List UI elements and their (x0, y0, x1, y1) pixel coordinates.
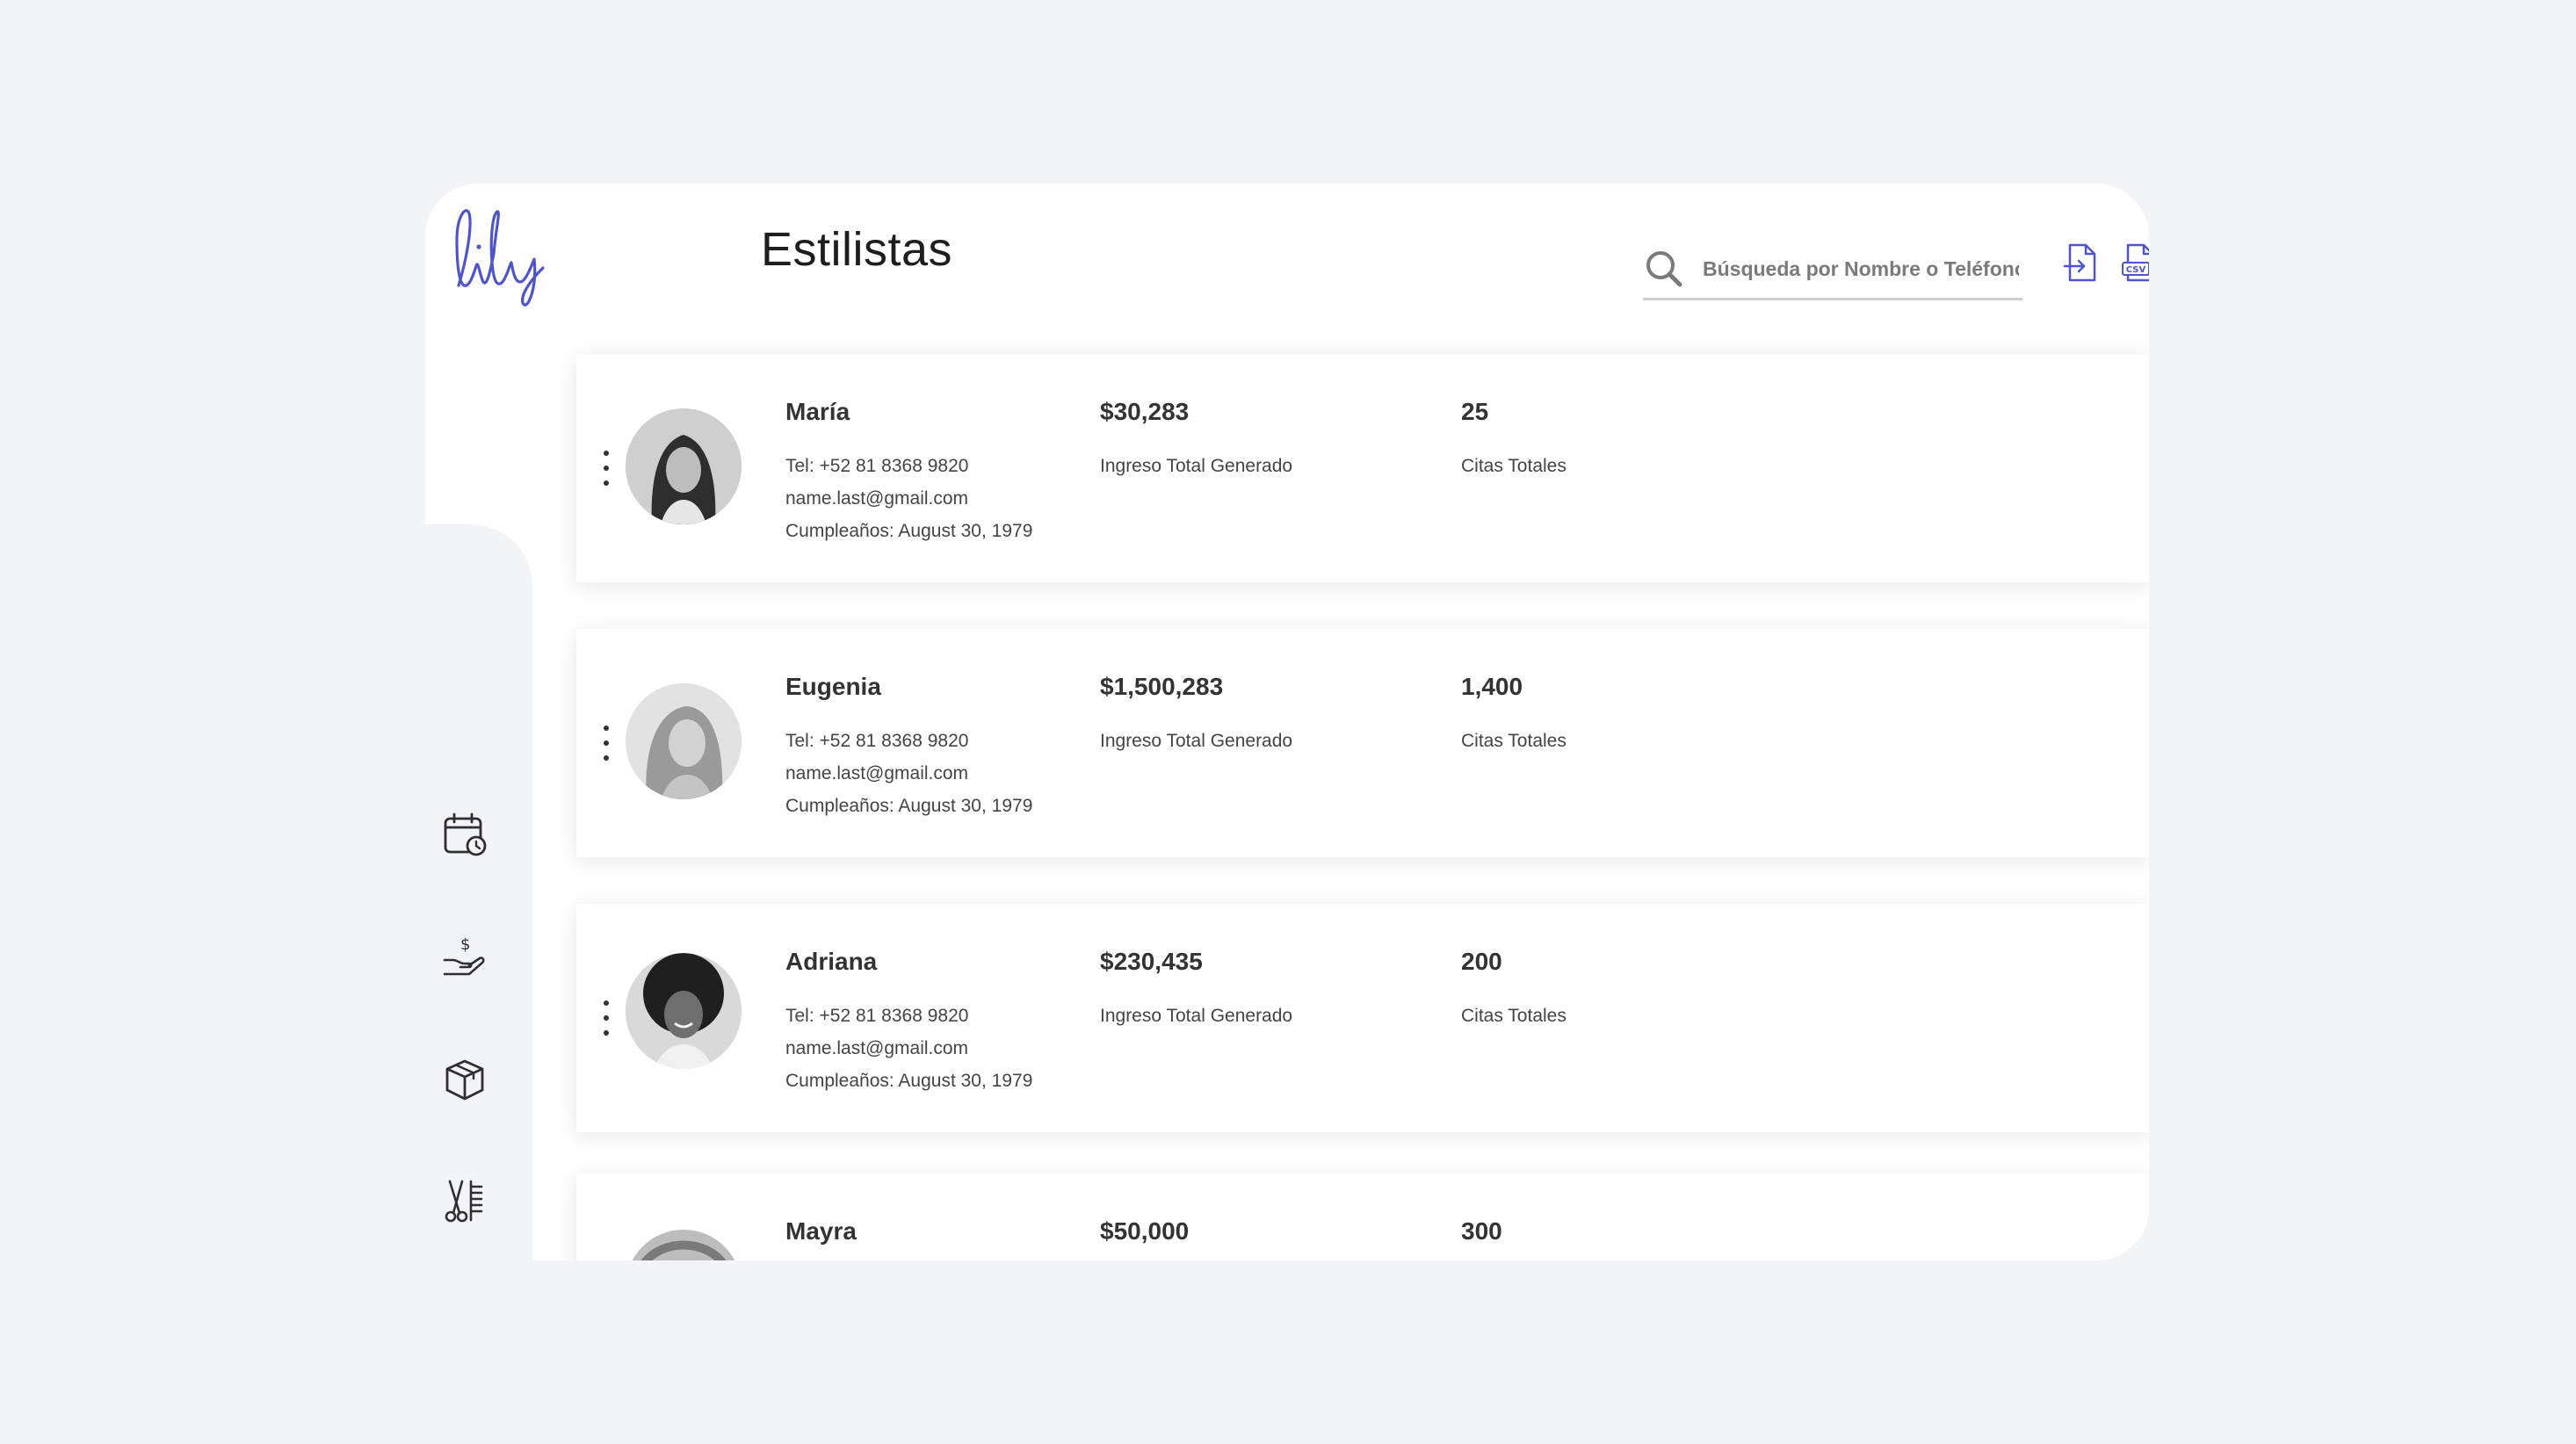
stylist-birthday: Cumpleaños: August 30, 1979 (785, 796, 1033, 816)
csv-file-icon: CSV (2122, 243, 2149, 282)
avatar (626, 408, 742, 524)
stylist-list: María Tel: +52 81 8368 9820 name.last@gm… (576, 347, 2149, 1260)
revenue-value: $1,500,283 (1100, 673, 1224, 700)
appointments-label: Citas Totales (1461, 1006, 1567, 1026)
stylist-card[interactable]: Eugenia Tel: +52 81 8368 9820 name.last@… (576, 629, 2149, 857)
stylist-name: María (785, 398, 850, 425)
appointments-label: Citas Totales (1461, 456, 1567, 476)
csv-button[interactable]: CSV (2121, 242, 2149, 284)
appointments-value: 25 (1461, 398, 1489, 425)
revenue-label: Ingreso Total Generado (1100, 1006, 1293, 1026)
stylist-email: name.last@gmail.com (785, 763, 969, 783)
nav-calendar[interactable] (439, 809, 490, 860)
search-input[interactable] (1703, 256, 2019, 281)
search-bar (1643, 240, 2022, 300)
stylist-phone: Tel: +52 81 8368 9820 (785, 1006, 969, 1026)
export-button[interactable] (2063, 242, 2102, 284)
stylist-birthday: Cumpleaños: August 30, 1979 (785, 521, 1033, 541)
avatar (626, 683, 742, 799)
revenue-value: $30,283 (1100, 398, 1190, 425)
search-icon[interactable] (1643, 248, 1685, 290)
csv-label: CSV (2126, 265, 2146, 275)
stylist-phone: Tel: +52 81 8368 9820 (785, 456, 969, 476)
scissors-comb-icon (445, 1180, 483, 1223)
svg-text:$: $ (460, 935, 470, 954)
more-options-icon[interactable] (597, 726, 615, 761)
stylist-card[interactable]: María Tel: +52 81 8368 9820 name.last@gm… (576, 354, 2149, 582)
revenue-value: $230,435 (1100, 948, 1203, 975)
stylist-phone: Tel: +52 81 8368 9820 (785, 731, 969, 751)
appointments-value: 200 (1461, 948, 1502, 975)
revenue-label: Ingreso Total Generado (1100, 731, 1293, 751)
nav-stylists[interactable] (439, 1176, 490, 1227)
page-title: Estilistas (761, 223, 953, 276)
stylist-email: name.last@gmail.com (785, 1038, 969, 1058)
hand-money-icon: $ (443, 935, 485, 976)
app-window: Estilistas CSV (425, 184, 2149, 1260)
calendar-clock-icon (444, 812, 487, 856)
more-options-icon[interactable] (597, 451, 615, 486)
box-icon (445, 1059, 484, 1101)
stylist-name: Mayra (785, 1217, 857, 1245)
nav-payments[interactable]: $ (439, 932, 490, 983)
revenue-label: Ingreso Total Generado (1100, 456, 1293, 476)
stylist-card[interactable]: Adriana Tel: +52 81 8368 9820 name.last@… (576, 904, 2149, 1132)
more-options-icon[interactable] (597, 1000, 615, 1036)
stylist-card[interactable]: Mayra $50,000 300 (576, 1173, 2149, 1260)
appointments-value: 300 (1461, 1217, 1502, 1245)
appointments-label: Citas Totales (1461, 731, 1567, 751)
stylist-name: Adriana (785, 948, 878, 975)
stylist-birthday: Cumpleaños: August 30, 1979 (785, 1071, 1033, 1091)
nav-inventory[interactable] (439, 1055, 490, 1106)
file-export-icon (2063, 243, 2096, 282)
avatar (626, 1230, 742, 1260)
sidebar: $ (425, 524, 532, 1260)
lily-logo[interactable] (446, 201, 561, 307)
appointments-value: 1,400 (1461, 673, 1523, 700)
avatar (626, 953, 742, 1069)
revenue-value: $50,000 (1100, 1217, 1190, 1245)
stylist-email: name.last@gmail.com (785, 488, 969, 509)
stylist-name: Eugenia (785, 673, 881, 700)
